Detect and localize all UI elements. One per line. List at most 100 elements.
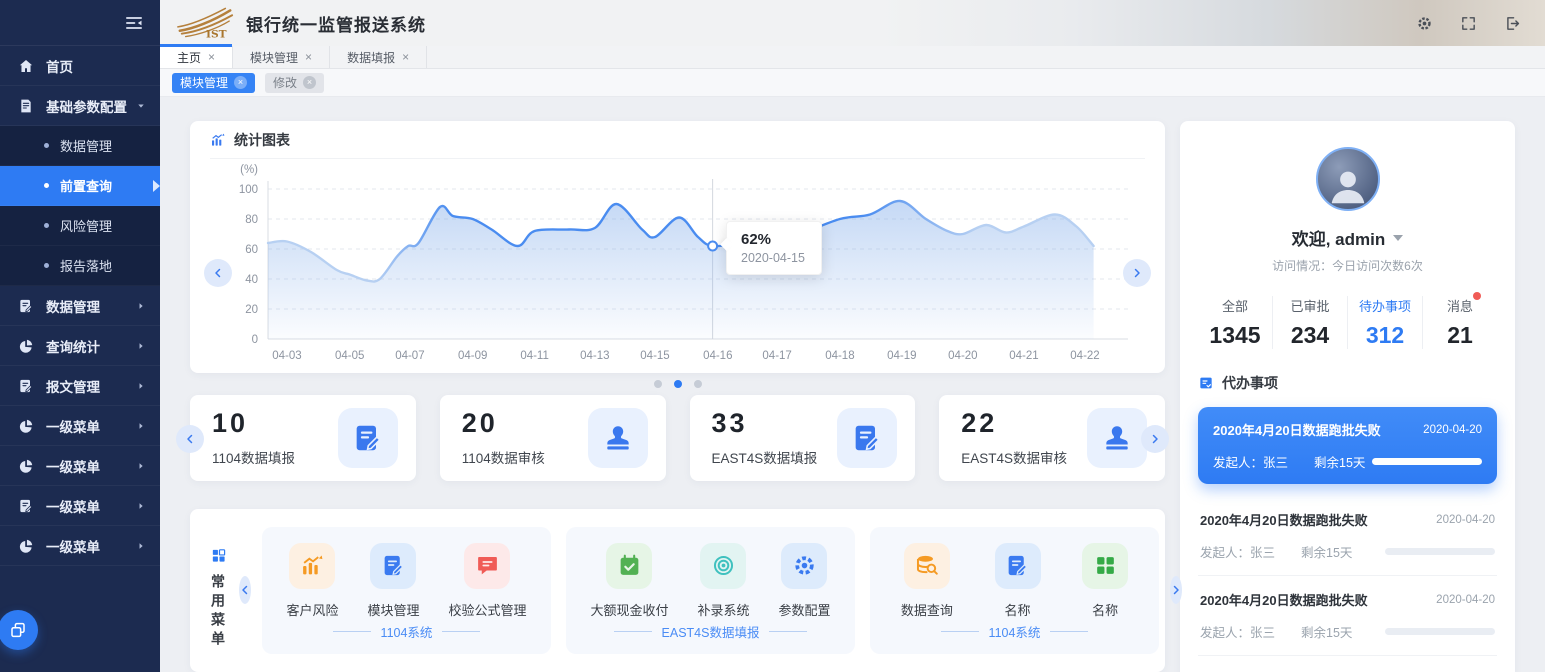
stamp-icon [588, 408, 648, 468]
ist-logo-swoosh-icon: IST [174, 5, 236, 41]
close-icon[interactable]: × [402, 50, 409, 64]
todo-section-header: 代办事项 [1198, 373, 1497, 393]
filter-pill-0[interactable]: 模块管理 × [172, 73, 255, 93]
calendar-check-icon [606, 543, 652, 589]
todo-item-date: 2020-04-20 [1436, 514, 1495, 526]
sidebar-item-label: 首页 [46, 56, 73, 76]
fullscreen-icon[interactable] [1460, 15, 1477, 32]
tab-label: 模块管理 [250, 49, 298, 66]
sidebar-item-label: 查询统计 [46, 336, 100, 356]
close-icon[interactable]: × [234, 76, 247, 89]
app-root: 首页 基础参数配置 数据管理 前置查询 风险管理 报告落地 数据管理 查询统计 … [0, 0, 1545, 672]
gear-icon[interactable] [1416, 15, 1433, 32]
close-icon[interactable]: × [303, 76, 316, 89]
doc-edit-icon [837, 408, 897, 468]
todo-initiator: 发起人：张三 [1213, 452, 1288, 471]
sidebar-subitem-3[interactable]: 报告落地 [0, 246, 160, 286]
sidebar-item-8[interactable]: 一级菜单 [0, 526, 160, 566]
sidebar-subitem-1[interactable]: 前置查询 [0, 166, 160, 206]
quick-menu-item-2-1[interactable]: 名称 [995, 543, 1041, 619]
group-caption: 1104系统 [272, 622, 541, 641]
todo-item-2[interactable]: 2020年4月20日数据跑批失败 2020-04-20 发起人：张三 剩余15天 [1198, 576, 1497, 656]
tab-0[interactable]: 主页 × [160, 46, 233, 68]
sidebar-item-7[interactable]: 一级菜单 [0, 486, 160, 526]
sidebar-item-1[interactable]: 基础参数配置 [0, 86, 160, 126]
chevron-right-icon [1149, 433, 1161, 445]
stats-prev-button[interactable] [176, 425, 204, 453]
carousel-dot-0[interactable] [654, 380, 662, 388]
gear-icon [792, 553, 817, 578]
avatar[interactable] [1316, 147, 1380, 211]
chevron-down-icon [1393, 235, 1403, 241]
quick-menu-item-label: 客户风险 [286, 600, 338, 619]
sidebar-item-6[interactable]: 一级菜单 [0, 446, 160, 486]
filter-pill-1[interactable]: 修改 × [265, 73, 324, 93]
close-icon[interactable]: × [305, 50, 312, 64]
sidebar-item-2[interactable]: 数据管理 [0, 286, 160, 326]
sidebar-subitem-label: 前置查询 [60, 176, 112, 195]
chart-next-button[interactable] [1123, 259, 1151, 287]
tab-2[interactable]: 数据填报 × [330, 46, 427, 68]
quick-menu-item-2-0[interactable]: 数据查询 [901, 543, 953, 619]
sidebar-item-5[interactable]: 一级菜单 [0, 406, 160, 446]
quick-menu-item-1-0[interactable]: 大额现金收付 [590, 543, 668, 619]
quick-menu-item-0-0[interactable]: 客户风险 [286, 543, 338, 619]
db-search-icon [914, 553, 939, 578]
close-icon[interactable]: × [208, 50, 215, 64]
sidebar-subitem-2[interactable]: 风险管理 [0, 206, 160, 246]
stat-value: 33 [712, 408, 818, 439]
menu-grid-icon [210, 547, 227, 564]
stat-card-1[interactable]: 20 1104数据审核 [440, 395, 666, 481]
tab-1[interactable]: 模块管理 × [233, 46, 330, 68]
stat-label: EAST4S数据审核 [961, 447, 1067, 467]
profile-stat-1[interactable]: 已审批 234 [1273, 296, 1348, 349]
todo-item-0[interactable]: 2020年4月20日数据跑批失败 2020-04-20 发起人：张三 剩余15天 [1198, 407, 1497, 484]
quick-menu-group-2: 数据查询 名称 名称 1104系统 [870, 527, 1159, 654]
todo-item-1[interactable]: 2020年4月20日数据跑批失败 2020-04-20 发起人：张三 剩余15天 [1198, 496, 1497, 576]
quick-menu-prev-button[interactable] [239, 576, 251, 604]
quick-menu-item-0-2[interactable]: 校验公式管理 [448, 543, 526, 619]
sidebar-item-4[interactable]: 报文管理 [0, 366, 160, 406]
theme-switch-fab[interactable] [0, 610, 38, 650]
collapse-menu-icon[interactable] [124, 13, 144, 33]
overlap-squares-icon [9, 621, 27, 639]
quick-menu-item-1-2[interactable]: 参数配置 [778, 543, 830, 619]
chart-prev-button[interactable] [204, 259, 232, 287]
sidebar-item-label: 一级菜单 [46, 456, 100, 476]
stat-card-2[interactable]: 33 EAST4S数据填报 [690, 395, 916, 481]
todo-item-3[interactable]: 2020年4月20日数据跑批失败 2020-04-20 发起人：张三 剩余4天 [1198, 656, 1497, 672]
doc-edit-icon [338, 408, 398, 468]
svg-text:80: 80 [245, 214, 258, 226]
chevron-right-icon [1131, 267, 1143, 279]
bar-chart-icon [210, 132, 226, 148]
stat-card-0[interactable]: 10 1104数据填报 [190, 395, 416, 481]
carousel-dot-1[interactable] [674, 380, 682, 388]
stamp-icon [1087, 408, 1147, 468]
profile-stat-0[interactable]: 全部 1345 [1198, 296, 1273, 349]
sidebar-item-0[interactable]: 首页 [0, 46, 160, 86]
sidebar-item-3[interactable]: 查询统计 [0, 326, 160, 366]
profile-stat-2[interactable]: 待办事项 312 [1348, 296, 1423, 349]
carousel-dot-2[interactable] [694, 380, 702, 388]
header-actions [1416, 15, 1545, 32]
svg-text:0: 0 [252, 334, 258, 346]
statistics-chart[interactable]: (%)02040608010004-0304-0504-0704-0904-11… [210, 159, 1145, 373]
logout-icon[interactable] [1504, 15, 1521, 32]
todo-item-date: 2020-04-20 [1436, 594, 1495, 606]
svg-text:04-17: 04-17 [762, 350, 791, 362]
quick-menu-item-label: 数据查询 [901, 600, 953, 619]
stats-next-button[interactable] [1141, 425, 1169, 453]
user-menu[interactable]: 欢迎, admin [1198, 225, 1497, 250]
doc-edit-icon [381, 553, 406, 578]
quick-menu-item-1-1[interactable]: 补录系统 [697, 543, 749, 619]
profile-stat-value: 21 [1423, 322, 1497, 349]
stat-texts: 20 1104数据审核 [462, 408, 545, 467]
chevron-left-icon [239, 584, 251, 596]
todo-title: 代办事项 [1222, 373, 1278, 393]
quick-menu-item-2-2[interactable]: 名称 [1082, 543, 1128, 619]
stat-card-3[interactable]: 22 EAST4S数据审核 [939, 395, 1165, 481]
quick-menu-item-0-1[interactable]: 模块管理 [367, 543, 419, 619]
profile-stat-3[interactable]: 消息 21 [1423, 296, 1497, 349]
chart-tooltip: 62% 2020-04-15 [726, 221, 822, 275]
sidebar-subitem-0[interactable]: 数据管理 [0, 126, 160, 166]
